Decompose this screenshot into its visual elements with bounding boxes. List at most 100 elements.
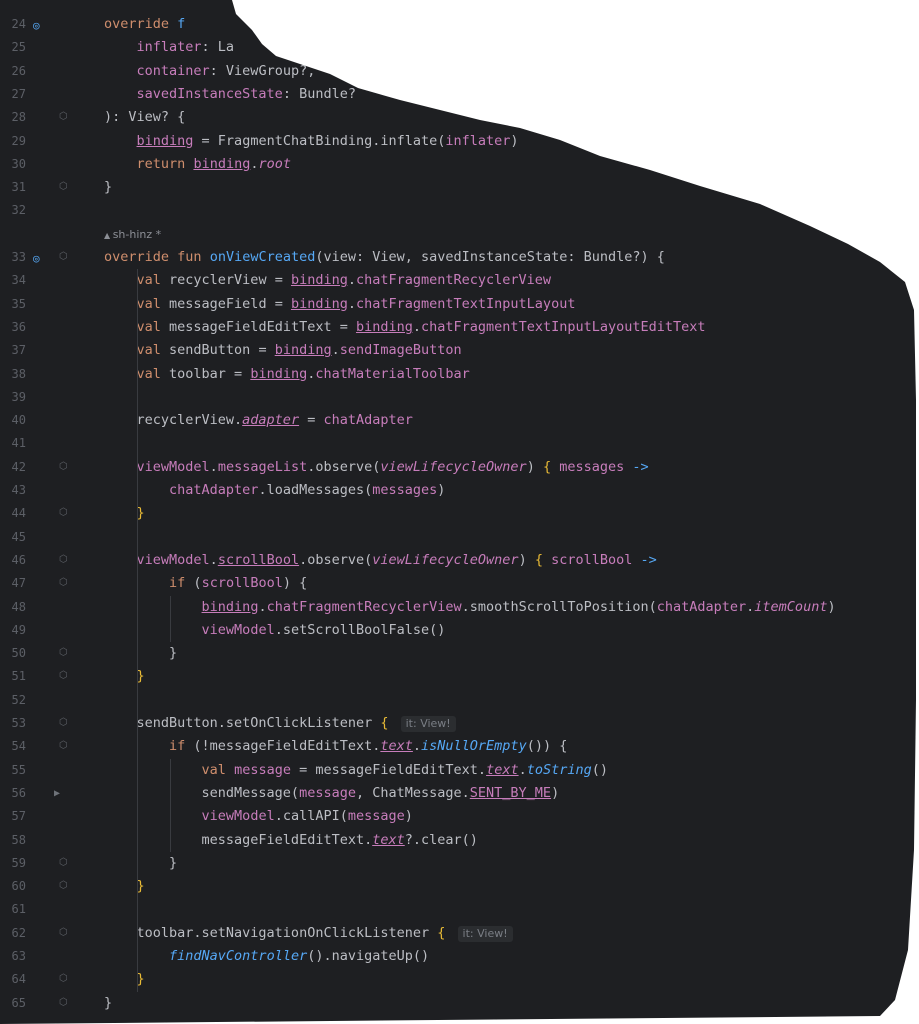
fold-open-icon[interactable]: ⬡ — [59, 578, 69, 588]
code-token: binding — [136, 132, 194, 149]
code-token: chatFragmentRecyclerView — [266, 598, 462, 615]
code-token: f — [177, 16, 186, 32]
code-token: val — [136, 318, 161, 335]
line-number: 55 — [11, 762, 26, 777]
code-text: inflater: La — [136, 39, 235, 56]
line-number: 37 — [11, 343, 26, 358]
line-number: 64 — [11, 972, 26, 987]
fold-close-icon[interactable]: ⬡ — [59, 508, 69, 518]
line-number: 51 — [11, 669, 26, 684]
author-hint[interactable]: ▲ sh-hinz * — [0, 223, 916, 246]
code-text: val messageFieldEditText = binding.chatF… — [136, 318, 706, 335]
code-line[interactable]: 33 override fun onViewCreated(view: View,… — [0, 246, 916, 269]
code-line[interactable]: 27 savedInstanceState: Bundle? — [0, 83, 916, 106]
code-token: messageList — [217, 458, 308, 475]
code-token: -> — [632, 458, 649, 475]
code-line[interactable]: 30 return binding.root — [0, 153, 916, 176]
code-token: binding — [201, 598, 259, 615]
code-line[interactable]: 32 — [0, 199, 916, 222]
code-token: container — [136, 62, 210, 79]
fold-open-icon[interactable]: ⬡ — [59, 461, 69, 472]
fold-open-icon[interactable]: ⬡ — [59, 554, 69, 565]
code-token: chatFragmentTextInputLayout — [356, 295, 576, 312]
code-token: binding — [355, 318, 413, 335]
line-number: 45 — [11, 529, 26, 544]
code-line[interactable]: 65} — [0, 992, 916, 1015]
code-token: toString — [526, 761, 592, 778]
code-token: viewModel — [201, 621, 275, 638]
fold-close-icon[interactable]: ⬡ — [59, 182, 69, 192]
code-text: viewModel.scrollBool.observe(viewLifecyc… — [136, 551, 657, 568]
code-text: return binding.root — [136, 155, 291, 172]
code-token: messages — [372, 482, 438, 498]
fold-open-icon[interactable]: ⬡ — [59, 252, 69, 262]
code-line[interactable]: 29 binding = FragmentChatBinding.inflate… — [0, 130, 916, 153]
parameter-hint: it: View! — [400, 716, 456, 732]
line-number: 43 — [11, 483, 26, 497]
code-line[interactable]: 24 override f — [0, 13, 916, 36]
code-token: binding — [193, 155, 251, 172]
code-text: recyclerView.adapter = chatAdapter — [104, 412, 413, 429]
code-token: SENT_BY_ME — [469, 784, 552, 801]
code-token: binding — [250, 365, 308, 382]
indent-guide — [137, 479, 138, 503]
code-text: sendMessage(message, ChatMessage.SENT_BY… — [104, 784, 560, 801]
code-text: val toolbar = binding.chatMaterialToolba… — [136, 365, 470, 382]
code-token: scrollBool — [201, 575, 283, 592]
fold-open-icon[interactable]: ⬡ — [59, 927, 69, 938]
line-number: 27 — [11, 86, 26, 101]
fold-close-icon[interactable]: ⬡ — [59, 997, 69, 1008]
fold-close-icon[interactable]: ⬡ — [59, 857, 69, 868]
override-marker-icon[interactable]: ◎ — [33, 19, 47, 33]
code-text: override fun onViewCreated(view: View, s… — [104, 249, 665, 265]
code-text: if (scrollBool) { — [169, 575, 308, 592]
line-number: 30 — [11, 156, 26, 171]
code-text: if (!messageFieldEditText.text.isNullOrE… — [169, 738, 568, 755]
fold-open-icon[interactable]: ⬡ — [59, 741, 69, 751]
line-number: 63 — [11, 949, 26, 963]
code-token: if — [169, 738, 186, 755]
line-number: 24 — [11, 17, 26, 31]
line-number: 52 — [11, 692, 26, 707]
code-line[interactable]: 28): View? { — [0, 106, 916, 129]
line-number: 44 — [11, 506, 26, 521]
line-number: 29 — [11, 133, 26, 148]
code-token: override fun — [104, 249, 202, 265]
code-token: onViewCreated — [209, 249, 316, 265]
code-line[interactable]: 26 container: ViewGroup?, — [0, 60, 916, 83]
code-line[interactable]: 31} — [0, 176, 916, 199]
code-line[interactable]: 25 inflater: La — [0, 36, 916, 59]
indent-guide — [170, 758, 171, 852]
author-name: sh-hinz * — [112, 227, 162, 241]
fold-close-icon[interactable]: ⬡ — [59, 671, 69, 681]
code-text: } — [104, 875, 145, 898]
override-marker-icon[interactable]: ◎ — [33, 252, 47, 266]
code-token: chatFragmentRecyclerView — [356, 272, 552, 289]
line-number: 61 — [11, 902, 26, 917]
fold-open-icon[interactable]: ⬡ — [59, 112, 69, 122]
code-text: messageFieldEditText.text?.clear() — [104, 831, 478, 848]
indent-guide — [170, 595, 171, 643]
fold-close-icon[interactable]: ⬡ — [59, 648, 69, 658]
code-token: { — [534, 551, 543, 568]
breakpoint-arrow-icon[interactable]: ▶ — [54, 788, 60, 799]
code-editor[interactable]: 24 override f 25 inflater: La 26 container:… — [0, 0, 916, 1024]
parameter-hint: it: View! — [457, 925, 513, 942]
fold-open-icon[interactable]: ⬡ — [59, 718, 69, 728]
line-number: 62 — [11, 925, 26, 940]
code-token: view — [323, 249, 357, 265]
code-token: scrollBool — [551, 551, 633, 568]
code-token: viewLifecycleOwner — [380, 458, 527, 475]
line-number: 36 — [11, 319, 26, 334]
code-token: viewModel — [136, 551, 210, 568]
fold-close-icon[interactable]: ⬡ — [59, 881, 69, 891]
code-token: savedInstanceState — [136, 85, 283, 102]
indent-guide — [137, 945, 138, 969]
line-number: 41 — [11, 436, 26, 451]
fold-close-icon[interactable]: ⬡ — [59, 974, 69, 984]
line-number: 34 — [11, 273, 26, 288]
code-text: container: ViewGroup?, — [136, 62, 316, 79]
code-token: messages — [559, 458, 625, 475]
line-number: 49 — [11, 622, 26, 637]
code-token: text — [372, 831, 405, 848]
